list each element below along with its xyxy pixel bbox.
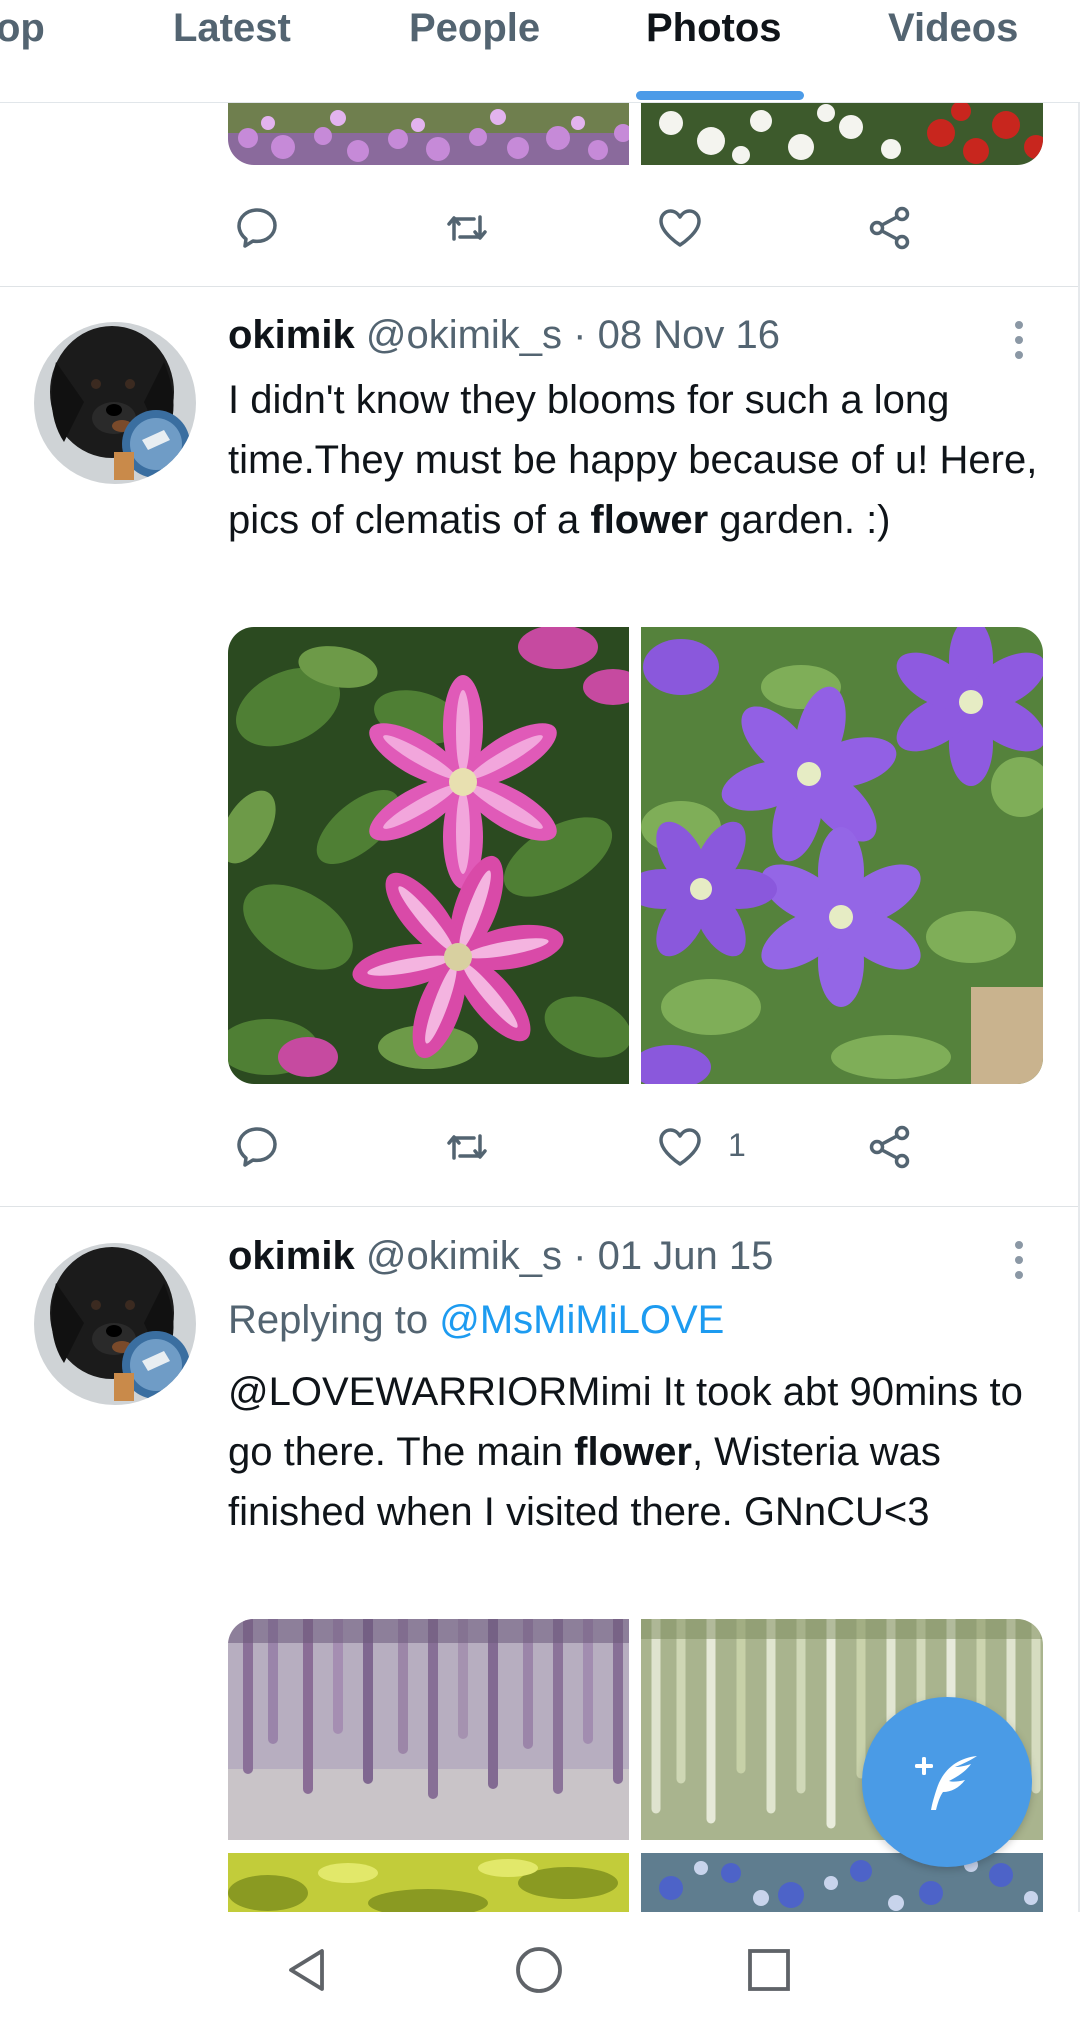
tab-people[interactable]: People [409, 6, 540, 51]
highlighted-keyword: flower [574, 1430, 692, 1474]
author-handle[interactable]: @okimik_s [366, 1234, 562, 1278]
separator-dot: · [573, 1234, 587, 1278]
tweet-photo[interactable] [228, 627, 629, 1084]
reply-button[interactable] [227, 1117, 287, 1177]
author-name[interactable]: okimik [228, 1234, 355, 1278]
replying-to-line: Replying to @MsMiMiLOVE [228, 1298, 724, 1343]
share-button[interactable] [861, 1117, 921, 1177]
more-options-button[interactable] [1004, 310, 1034, 370]
tweet-header: okimik @okimik_s · 01 Jun 15 [228, 1234, 773, 1279]
tweet-header: okimik @okimik_s · 08 Nov 16 [228, 313, 780, 358]
tab-videos[interactable]: Videos [888, 6, 1018, 51]
tweet-date[interactable]: 01 Jun 15 [598, 1234, 774, 1278]
search-tabs: op Latest People Photos Videos [0, 0, 1080, 103]
previous-photo-right[interactable] [641, 103, 1043, 165]
retweet-icon [447, 215, 487, 241]
previous-photo-left[interactable] [228, 103, 629, 165]
tweet-divider [0, 286, 1078, 287]
tweet-text: I didn't know they blooms for such a lon… [228, 378, 1038, 542]
share-icon [869, 1125, 910, 1169]
author-name[interactable]: okimik [228, 313, 355, 357]
circle-home-icon [516, 1947, 562, 1993]
reply-button[interactable] [227, 198, 287, 258]
tab-latest[interactable]: Latest [173, 6, 291, 51]
system-navigation-bar [0, 1912, 1080, 2029]
avatar[interactable] [34, 1243, 196, 1405]
share-icon [869, 206, 910, 250]
avatar[interactable] [34, 322, 196, 484]
separator-dot: · [573, 313, 587, 357]
square-recents-icon [748, 1949, 790, 1991]
like-count: 1 [728, 1127, 746, 1163]
compose-feather-icon [915, 1756, 977, 1810]
more-options-button[interactable] [1004, 1230, 1034, 1290]
nav-back-button[interactable] [277, 1940, 337, 2000]
tweet-photo[interactable] [641, 1853, 1043, 1912]
tab-photos[interactable]: Photos [646, 6, 782, 51]
retweet-button[interactable] [437, 1117, 497, 1177]
nav-recents-button[interactable] [739, 1940, 799, 2000]
like-button[interactable] [650, 1117, 710, 1177]
tweet-divider [0, 1206, 1078, 1207]
highlighted-keyword: flower [590, 498, 709, 542]
tweet-text: @LOVEWARRIORMimi It took abt 90mins to g… [228, 1370, 1023, 1534]
speech-bubble-icon [237, 208, 277, 248]
compose-tweet-button[interactable] [862, 1697, 1032, 1867]
tweet-photo[interactable] [641, 627, 1043, 1084]
nav-home-button[interactable] [509, 1940, 569, 2000]
retweet-icon [447, 1134, 487, 1160]
share-button[interactable] [861, 198, 921, 258]
vertical-ellipsis-icon [1015, 1241, 1023, 1279]
speech-bubble-icon [237, 1127, 277, 1167]
vertical-ellipsis-icon [1015, 321, 1023, 359]
active-tab-indicator [636, 91, 804, 100]
replying-to-handle[interactable]: @MsMiMiLOVE [439, 1298, 724, 1342]
heart-icon [659, 1128, 701, 1166]
author-handle[interactable]: @okimik_s [366, 313, 562, 357]
replying-to-label: Replying to [228, 1298, 429, 1342]
retweet-button[interactable] [437, 198, 497, 258]
tab-top[interactable]: op [0, 6, 45, 51]
triangle-back-icon [289, 1949, 324, 1991]
tweet-photo[interactable] [228, 1619, 629, 1840]
heart-icon [659, 209, 701, 247]
like-button[interactable] [650, 198, 710, 258]
tweet-photo[interactable] [228, 1853, 629, 1912]
tweet-date[interactable]: 08 Nov 16 [598, 313, 780, 357]
